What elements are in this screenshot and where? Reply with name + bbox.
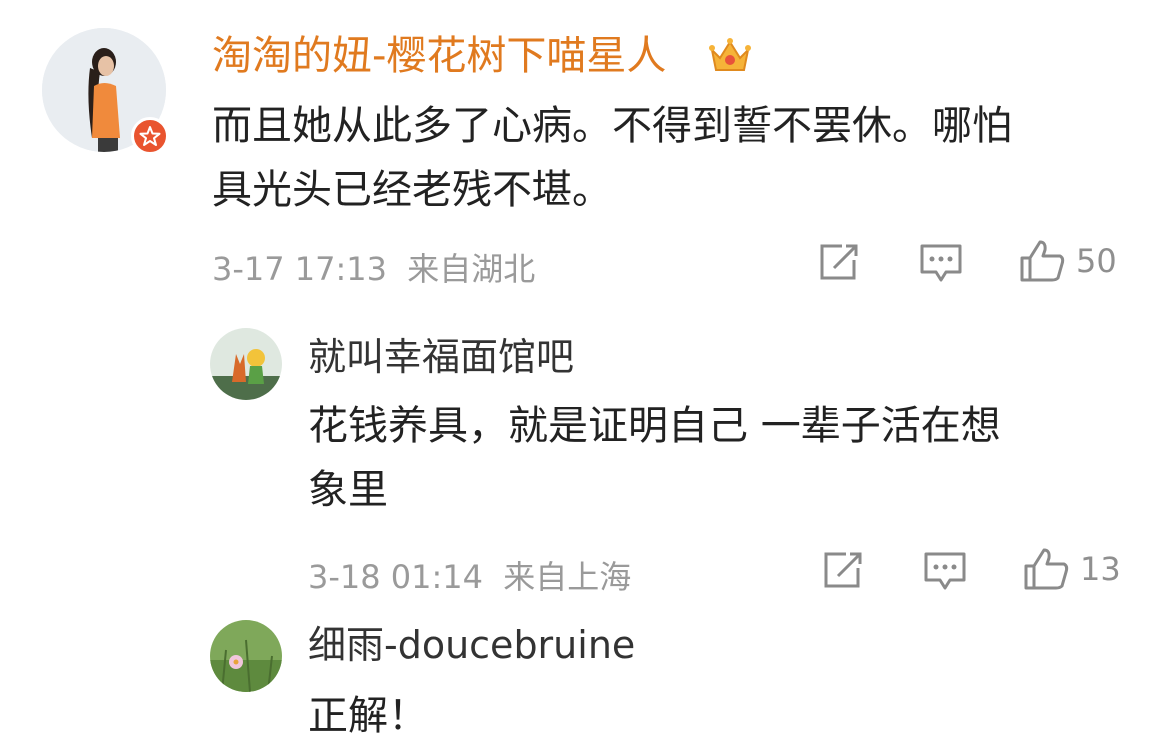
comment-text-line: 花钱养具，就是证明自己 一辈子活在想 (308, 403, 1001, 449)
thumbs-up-icon (1024, 548, 1069, 590)
comment-text-line: 象里 (308, 467, 388, 513)
reply-button[interactable] (918, 242, 964, 284)
thumbs-up-icon (1020, 240, 1065, 282)
author-name[interactable]: 淘淘的妞-樱花树下喵星人 (212, 30, 666, 82)
comment-meta: 3-18 01:14 来自上海 (308, 552, 631, 598)
like-count: 13 (1080, 550, 1121, 588)
like-button[interactable]: 13 (1022, 546, 1121, 592)
author-name[interactable]: 细雨-doucebruine (308, 620, 635, 670)
crown-badge-icon (708, 36, 752, 76)
like-button[interactable]: 50 (1018, 238, 1117, 284)
comment-meta: 3-17 17:13 来自湖北 (212, 244, 535, 290)
author-name[interactable]: 就叫幸福面馆吧 (308, 332, 574, 382)
comment-text: 而且她从此多了心病。不得到誓不罢休。哪怕 具光头已经老残不堪。 (212, 94, 1152, 222)
share-button[interactable] (818, 242, 862, 282)
reply-button[interactable] (922, 550, 968, 592)
share-button[interactable] (822, 550, 866, 590)
location: 来自湖北 (407, 250, 536, 288)
like-count: 50 (1076, 242, 1117, 280)
verified-badge-icon (131, 117, 169, 155)
avatar-image (210, 328, 282, 400)
comment-icon (924, 552, 966, 590)
timestamp: 3-17 17:13 (212, 250, 388, 288)
comment-icon (920, 244, 962, 282)
comment-text: 花钱养具，就是证明自己 一辈子活在想 象里 (308, 394, 1148, 522)
comment-text: 正解！ (308, 684, 1148, 748)
avatar-image (210, 620, 282, 692)
comment-text-line: 具光头已经老残不堪。 (212, 167, 612, 213)
comment-text-line: 正解！ (308, 693, 428, 739)
location: 来自上海 (503, 558, 632, 596)
share-icon (824, 552, 862, 588)
timestamp: 3-18 01:14 (308, 558, 484, 596)
avatar[interactable] (210, 328, 282, 400)
comment-text-line: 而且她从此多了心病。不得到誓不罢休。哪怕 (212, 103, 1012, 149)
avatar[interactable] (210, 620, 282, 692)
share-icon (820, 244, 858, 280)
